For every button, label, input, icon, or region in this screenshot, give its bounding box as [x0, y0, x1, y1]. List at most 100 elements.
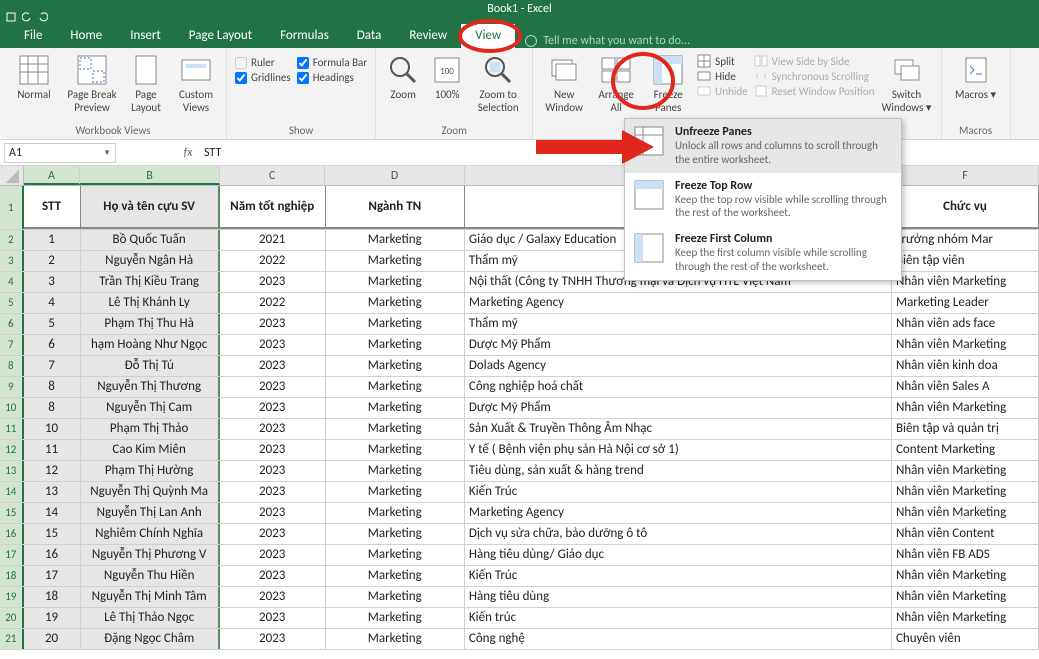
header-cell[interactable]: STT — [24, 186, 81, 229]
header-cell[interactable]: Chức vụ — [892, 186, 1039, 229]
cell[interactable]: 2023 — [220, 314, 326, 334]
row-number[interactable]: 6 — [0, 314, 24, 334]
row-number[interactable]: 14 — [0, 482, 24, 502]
cell[interactable]: Nhân viên Marketing — [892, 503, 1039, 523]
row-number[interactable]: 5 — [0, 293, 24, 313]
zoom-button[interactable]: Zoom — [384, 52, 422, 101]
cell[interactable]: Kiến Trúc — [465, 482, 892, 502]
cell[interactable]: Marketing — [326, 566, 465, 586]
cell[interactable]: Y tế ( Bệnh viện phụ sản Hà Nội cơ sở 1) — [465, 440, 892, 460]
cell[interactable]: 2023 — [220, 503, 326, 523]
tab-file[interactable]: File — [10, 24, 56, 48]
ruler-checkbox[interactable]: Ruler — [235, 56, 291, 69]
cell[interactable]: Nhân viên Sales A — [892, 377, 1039, 397]
cell[interactable]: Công nghiệp hoá chất — [465, 377, 892, 397]
cell[interactable]: Hàng tiêu dùng — [465, 587, 892, 607]
macros-button[interactable]: Macros ▾ — [950, 52, 1002, 101]
cell[interactable]: 2023 — [220, 482, 326, 502]
row-number[interactable]: 1 — [0, 186, 24, 229]
row-number[interactable]: 18 — [0, 566, 24, 586]
cell[interactable]: 7 — [24, 356, 81, 376]
column-header-F[interactable]: F — [892, 166, 1039, 185]
custom-views-button[interactable]: Custom Views — [174, 52, 218, 114]
cell[interactable]: 2023 — [220, 566, 326, 586]
cell[interactable]: Kiến trúc — [465, 608, 892, 628]
headings-checkbox[interactable]: Headings — [297, 71, 367, 84]
gridlines-checkbox[interactable]: Gridlines — [235, 71, 291, 84]
cell[interactable]: Nhân viên Content — [892, 524, 1039, 544]
cell[interactable]: Tiêu dùng, sản xuất & hàng trend — [465, 461, 892, 481]
cell[interactable]: Nhân viên Marketing — [892, 335, 1039, 355]
cell[interactable]: 15 — [24, 524, 81, 544]
formula-bar-checkbox[interactable]: Formula Bar — [297, 56, 367, 69]
cell[interactable]: Dược Mỹ Phẩm — [465, 398, 892, 418]
cell[interactable]: Dolads Agency — [465, 356, 892, 376]
header-cell[interactable]: Năm tốt nghiệp — [220, 186, 326, 229]
cell[interactable]: 17 — [24, 566, 81, 586]
row-number[interactable]: 20 — [0, 608, 24, 628]
undo-icon[interactable] — [22, 12, 32, 22]
row-number[interactable]: 16 — [0, 524, 24, 544]
cell[interactable]: 2021 — [220, 230, 326, 250]
cell[interactable]: Nhân viên Marketing — [892, 461, 1039, 481]
cell[interactable]: Marketing — [326, 356, 465, 376]
zoom-100-button[interactable]: 100 100% — [428, 52, 466, 101]
save-icon[interactable] — [6, 12, 16, 22]
normal-view-button[interactable]: Normal — [8, 52, 60, 101]
cell[interactable]: 2023 — [220, 377, 326, 397]
row-number[interactable]: 2 — [0, 230, 24, 250]
cell[interactable]: 2 — [24, 251, 81, 271]
fx-icon[interactable]: fx — [176, 146, 200, 160]
cell[interactable]: Nguyễn Thị Phương V — [81, 545, 220, 565]
cell[interactable]: Marketing — [326, 482, 465, 502]
cell[interactable]: Nhân viên ads face — [892, 314, 1039, 334]
cell[interactable]: 8 — [24, 377, 81, 397]
cell[interactable]: Marketing — [326, 587, 465, 607]
cell[interactable]: 2023 — [220, 587, 326, 607]
cell[interactable]: Kiến Trúc — [465, 566, 892, 586]
cell[interactable]: Marketing — [326, 377, 465, 397]
cell[interactable]: 2023 — [220, 419, 326, 439]
cell[interactable]: 19 — [24, 608, 81, 628]
hide-button[interactable]: Hide — [697, 69, 747, 83]
view-side-by-side-button[interactable]: View Side by Side — [754, 54, 875, 68]
cell[interactable]: 16 — [24, 545, 81, 565]
cell[interactable]: Nguyễn Ngân Hà — [81, 251, 220, 271]
cell[interactable]: 14 — [24, 503, 81, 523]
cell[interactable]: Biên tập và quản trị — [892, 419, 1039, 439]
cell[interactable]: Nguyễn Thị Quỳnh Ma — [81, 482, 220, 502]
cell[interactable]: Trưởng nhóm Mar — [892, 230, 1039, 250]
cell[interactable]: Nghiêm Chính Nghĩa — [81, 524, 220, 544]
name-box[interactable]: A1 ▼ — [4, 143, 116, 163]
cell[interactable]: 2022 — [220, 293, 326, 313]
formula-input[interactable]: STT — [200, 146, 1039, 160]
cell[interactable]: 6 — [24, 335, 81, 355]
cell[interactable]: 5 — [24, 314, 81, 334]
row-number[interactable]: 10 — [0, 398, 24, 418]
cell[interactable]: Marketing — [326, 545, 465, 565]
row-number[interactable]: 7 — [0, 335, 24, 355]
cell[interactable]: Marketing — [326, 629, 465, 649]
column-header-A[interactable]: A — [24, 166, 81, 185]
cell[interactable]: Nhân viên Marketing — [892, 608, 1039, 628]
cell[interactable]: 20 — [24, 629, 81, 649]
cell[interactable]: 2023 — [220, 440, 326, 460]
cell[interactable]: Nhân viên Marketing — [892, 482, 1039, 502]
cell[interactable]: 2023 — [220, 272, 326, 292]
cell[interactable]: 13 — [24, 482, 81, 502]
row-number[interactable]: 8 — [0, 356, 24, 376]
cell[interactable]: Marketing — [326, 524, 465, 544]
cell[interactable]: Marketing — [326, 272, 465, 292]
cell[interactable]: Marketing — [326, 251, 465, 271]
page-layout-button[interactable]: Page Layout — [124, 52, 168, 114]
cell[interactable]: 2023 — [220, 356, 326, 376]
cell[interactable]: Marketing — [326, 440, 465, 460]
cell[interactable]: Marketing Agency — [465, 293, 892, 313]
row-number[interactable]: 21 — [0, 629, 24, 649]
tab-view[interactable]: View — [461, 24, 515, 48]
tab-page-layout[interactable]: Page Layout — [175, 24, 266, 48]
cell[interactable]: Công nghệ — [465, 629, 892, 649]
cell[interactable]: Marketing — [326, 503, 465, 523]
cell[interactable]: Marketing — [326, 293, 465, 313]
cell[interactable]: Nhân viên kinh doa — [892, 356, 1039, 376]
